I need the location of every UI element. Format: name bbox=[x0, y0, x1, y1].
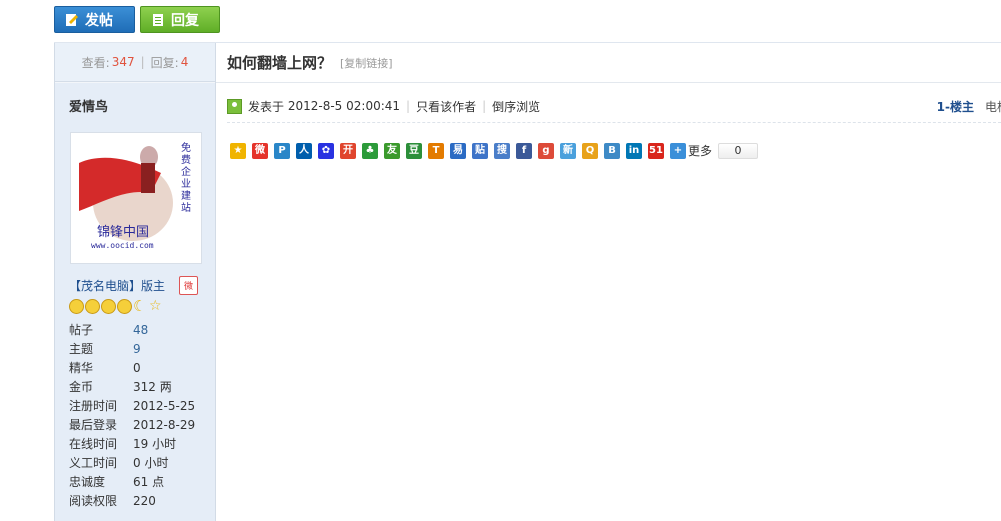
thread-stats: 查看: 347 | 回复: 4 bbox=[55, 43, 215, 82]
profile-row: 义工时间 0 小时 bbox=[69, 454, 209, 473]
smiley-icon bbox=[117, 299, 132, 314]
blog-icon[interactable]: B bbox=[604, 142, 620, 159]
profile-row: 帖子 48 bbox=[69, 321, 209, 340]
profile-row: 注册时间 2012-5-25 bbox=[69, 397, 209, 416]
profile-key: 最后登录 bbox=[69, 418, 118, 432]
thread-header: 如何翻墙上网？ [复制链接] bbox=[216, 43, 1001, 83]
facebook-icon[interactable]: f bbox=[516, 142, 532, 159]
profile-value: 0 bbox=[133, 361, 141, 375]
rank-icons: ☾ ☆ bbox=[69, 299, 164, 314]
smiley-icon bbox=[101, 299, 116, 314]
sohu-icon[interactable]: 搜 bbox=[494, 142, 510, 159]
reply-button[interactable]: 回复 bbox=[140, 6, 220, 33]
floor-label[interactable]: 1-楼主 bbox=[937, 98, 974, 115]
reverse-order-link[interactable]: 倒序浏览 bbox=[492, 98, 540, 115]
reply-button-label: 回复 bbox=[171, 12, 199, 29]
profile-key: 阅读权限 bbox=[69, 494, 118, 508]
qq-icon[interactable]: Q bbox=[582, 142, 598, 159]
post-button[interactable]: 发帖 bbox=[54, 6, 135, 33]
baidu-icon[interactable]: ✿ bbox=[318, 142, 334, 159]
author-name[interactable]: 爱情鸟 bbox=[55, 82, 215, 127]
more-plus-icon[interactable]: + bbox=[670, 142, 686, 159]
profile-key: 在线时间 bbox=[69, 437, 118, 451]
profile-value: 220 bbox=[133, 494, 156, 508]
profile-key: 义工时间 bbox=[69, 456, 118, 470]
views-count: 347 bbox=[111, 55, 135, 69]
moon-icon: ☾ bbox=[133, 297, 147, 315]
meta-separator: | bbox=[406, 99, 411, 113]
threads-count[interactable]: 9 bbox=[133, 340, 141, 359]
author-sidebar: 查看: 347 | 回复: 4 爱情鸟 免费企业建站 锦锋中国 www.ooci… bbox=[54, 43, 216, 521]
edit-icon bbox=[66, 13, 78, 26]
profile-key: 精华 bbox=[69, 361, 94, 375]
profile-value: 61 点 bbox=[133, 475, 165, 489]
sina-icon[interactable]: 新 bbox=[560, 142, 576, 159]
post-meta: 发表于 2012-8-5 02:00:41 | 只看该作者 | 倒序浏览 1-楼… bbox=[227, 96, 1001, 116]
51-icon[interactable]: 51 bbox=[648, 142, 664, 159]
profile-row: 阅读权限 220 bbox=[69, 492, 209, 511]
clover-icon[interactable]: ♣ bbox=[362, 142, 378, 159]
views-label: 查看: bbox=[81, 55, 110, 70]
tieba-icon[interactable]: 贴 bbox=[472, 142, 488, 159]
weibo-icon[interactable]: 微 bbox=[179, 276, 198, 295]
document-icon bbox=[153, 13, 163, 26]
star-icon: ☆ bbox=[149, 298, 162, 314]
kaixin-icon[interactable]: 开 bbox=[340, 142, 356, 159]
avatar-brand: 锦锋中国 bbox=[97, 225, 149, 240]
renren-icon[interactable]: 人 bbox=[296, 142, 312, 159]
profile-value: 2012-8-29 bbox=[133, 418, 196, 432]
profile-row: 精华 0 bbox=[69, 359, 209, 378]
pengyou-icon[interactable]: 友 bbox=[384, 142, 400, 159]
share-bar: ★ 微 P 人 ✿ 开 ♣ 友豆 T 易贴搜 f g 新 Q Bin 51 + 更多 0 bbox=[230, 142, 759, 159]
tencent-weibo-icon[interactable]: P bbox=[274, 142, 290, 159]
profile-value: 312 两 bbox=[133, 380, 172, 394]
smiley-icon bbox=[85, 299, 100, 314]
online-status-icon bbox=[227, 98, 242, 114]
meta-separator: | bbox=[482, 99, 487, 113]
profile-key: 金币 bbox=[69, 380, 94, 394]
avatar-url: www.oocid.com bbox=[91, 241, 154, 250]
douban-icon[interactable]: 豆 bbox=[406, 142, 422, 159]
profile-row: 最后登录 2012-8-29 bbox=[69, 416, 209, 435]
profile-value: 0 小时 bbox=[133, 456, 169, 470]
google-icon[interactable]: g bbox=[538, 142, 554, 159]
divider bbox=[227, 122, 1001, 123]
share-count: 0 bbox=[718, 142, 759, 159]
user-group-label[interactable]: 【茂名电脑】版主 bbox=[69, 277, 165, 294]
profile-row: 在线时间 19 小时 bbox=[69, 435, 209, 454]
profile-value: 19 小时 bbox=[133, 437, 177, 451]
smiley-icon bbox=[69, 299, 84, 314]
profile-row: 忠诚度 61 点 bbox=[69, 473, 209, 492]
replies-label: 回复: bbox=[150, 55, 179, 70]
post-button-label: 发帖 bbox=[85, 12, 113, 29]
only-author-link[interactable]: 只看该作者 bbox=[416, 98, 476, 115]
share-more-link[interactable]: 更多 bbox=[688, 142, 712, 159]
profile-key: 帖子 bbox=[69, 323, 94, 337]
replies-count: 4 bbox=[180, 55, 189, 69]
profile-key: 忠诚度 bbox=[69, 475, 106, 489]
avatar-image: 免费企业建站 锦锋中国 www.oocid.com bbox=[71, 133, 201, 263]
tianya-icon[interactable]: T bbox=[428, 142, 444, 159]
profile-row: 主题 9 bbox=[69, 340, 209, 359]
page-title: 如何翻墙上网？ bbox=[227, 54, 333, 72]
copy-link[interactable]: [复制链接] bbox=[340, 55, 393, 71]
avatar[interactable]: 免费企业建站 锦锋中国 www.oocid.com bbox=[71, 133, 201, 263]
qzone-icon[interactable]: ★ bbox=[230, 142, 246, 159]
profile-key: 注册时间 bbox=[69, 399, 118, 413]
elevator-label[interactable]: 电梯 bbox=[985, 98, 1001, 115]
posted-prefix: 发表于 bbox=[248, 99, 285, 114]
avatar-vertical-text: 免费企业建站 bbox=[181, 141, 191, 214]
profile-row: 金币 312 两 bbox=[69, 378, 209, 397]
stats-separator: | bbox=[140, 55, 145, 69]
profile-value: 2012-5-25 bbox=[133, 399, 196, 413]
profile-stats: 帖子 48 主题 9 精华 0 金币 312 两 注册时间 2012-5-25 最后登录 2… bbox=[69, 321, 209, 511]
wangyi-icon[interactable]: 易 bbox=[450, 142, 466, 159]
posted-time: 2012-8-5 02:00:41 bbox=[287, 99, 401, 113]
linkedin-icon[interactable]: in bbox=[626, 142, 642, 159]
profile-key: 主题 bbox=[69, 342, 94, 356]
posts-count[interactable]: 48 bbox=[133, 321, 148, 340]
weibo-icon[interactable]: 微 bbox=[252, 142, 268, 159]
